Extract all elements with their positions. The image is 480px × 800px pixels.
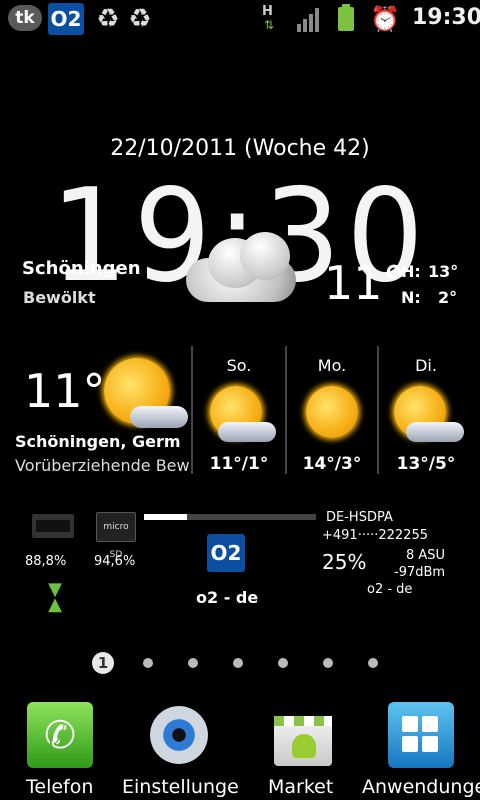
asu-value: 8 ASU <box>406 548 446 563</box>
partly-sunny-icon <box>204 382 276 446</box>
alarm-clock-icon: ⏰ <box>370 5 400 33</box>
dock-label-einstellungen[interactable]: Einstellungen <box>122 776 238 798</box>
forecast-day[interactable]: So. 11°/1° <box>194 340 284 480</box>
system-status-widget[interactable]: 88,8% micro SD 94,6% ▼ ▲ O2 o2 - de DE-HS… <box>0 500 480 630</box>
current-page-indicator[interactable]: 1 <box>92 652 114 674</box>
weather-condition: Vorüberziehende Bew <box>15 456 190 475</box>
hsdpa-data-icon: H ⇅ <box>262 4 275 32</box>
market-icon[interactable] <box>270 702 336 768</box>
page-dot[interactable] <box>233 658 243 668</box>
o2-logo: O2 <box>207 534 245 572</box>
status-bar-time: 19:30 <box>412 5 480 30</box>
signal-progress-fill <box>144 514 187 520</box>
battery-icon <box>338 4 354 31</box>
phone-number: +491·····222255 <box>322 528 428 543</box>
clock-condition: Bewölkt <box>23 288 96 307</box>
operator-name: o2 - de <box>196 588 259 607</box>
signal-progress-bar <box>144 514 316 520</box>
signal-strength-icon <box>296 6 320 32</box>
forecast-day[interactable]: Mo. 14°/3° <box>288 340 376 480</box>
date-label: 22/10/2011 (Woche 42) <box>110 136 370 161</box>
data-transfer-icon: ▼ ▲ <box>48 579 62 615</box>
page-dot[interactable] <box>368 658 378 668</box>
ram-usage: 88,8% <box>25 554 67 569</box>
status-bar[interactable]: tk O2 ♻ ♻ H ⇅ ⏰ 19:30 <box>0 0 480 38</box>
partly-sunny-icon <box>96 352 192 436</box>
forecast-temp: 11°/1° <box>209 454 269 474</box>
page-dot[interactable] <box>143 658 153 668</box>
clock-location: Schöningen <box>22 258 141 279</box>
apps-icon[interactable] <box>388 702 454 768</box>
weather-forecast-widget[interactable]: 11° Schöningen, Germ Vorüberziehende Bew… <box>0 340 480 480</box>
settings-icon[interactable] <box>146 702 212 768</box>
sd-usage: 94,6% <box>94 554 136 569</box>
dbm-value: -97dBm <box>394 565 446 580</box>
ram-chip-icon <box>32 514 74 538</box>
sd-card-icon: micro SD <box>96 512 136 560</box>
forecast-day-name: Di. <box>415 356 437 375</box>
phone-icon[interactable]: ✆ <box>27 702 93 768</box>
high-label: H: <box>401 262 421 281</box>
forecast-day[interactable]: Di. 13°/5° <box>380 340 472 480</box>
forecast-temp: 14°/3° <box>302 454 362 474</box>
clock-weather-widget[interactable]: 22/10/2011 (Woche 42) 19:30 Schöningen B… <box>0 60 480 320</box>
cloudy-icon <box>182 228 302 308</box>
partly-sunny-icon <box>390 382 466 446</box>
weather-location: Schöningen, Germ <box>15 432 181 451</box>
recycle-icon: ♻ <box>96 4 120 34</box>
dock-label-telefon[interactable]: Telefon <box>26 776 93 798</box>
high-temp: 13° <box>428 262 459 281</box>
low-temp: 2° <box>438 288 458 307</box>
divider <box>191 346 193 474</box>
forecast-day-name: Mo. <box>317 356 347 375</box>
forecast-temp: 13°/5° <box>396 454 456 474</box>
page-dot[interactable] <box>278 658 288 668</box>
app-dock[interactable]: ✆ Telefon Einstellungen Market Anwendung… <box>0 690 480 800</box>
current-temperature: 11° <box>24 364 106 418</box>
signal-percent: 25% <box>322 550 367 574</box>
forecast-day-name: So. <box>226 356 252 375</box>
tk-notification-icon: tk <box>8 5 42 31</box>
dock-label-anwendungen[interactable]: Anwendungen <box>362 776 480 798</box>
clock-temperature: 11° <box>324 256 406 310</box>
sunny-icon <box>304 384 360 440</box>
low-label: N: <box>401 288 421 307</box>
page-indicator[interactable]: 1 <box>0 640 480 684</box>
page-dot[interactable] <box>323 658 333 668</box>
divider <box>285 346 287 474</box>
recycle-icon: ♻ <box>128 4 152 34</box>
divider <box>377 346 379 474</box>
network-type: DE-HSDPA <box>326 510 393 525</box>
operator-small: o2 - de <box>367 582 413 597</box>
page-dot[interactable] <box>188 658 198 668</box>
dock-label-market[interactable]: Market <box>268 776 333 798</box>
o2-notification-icon: O2 <box>48 3 84 35</box>
